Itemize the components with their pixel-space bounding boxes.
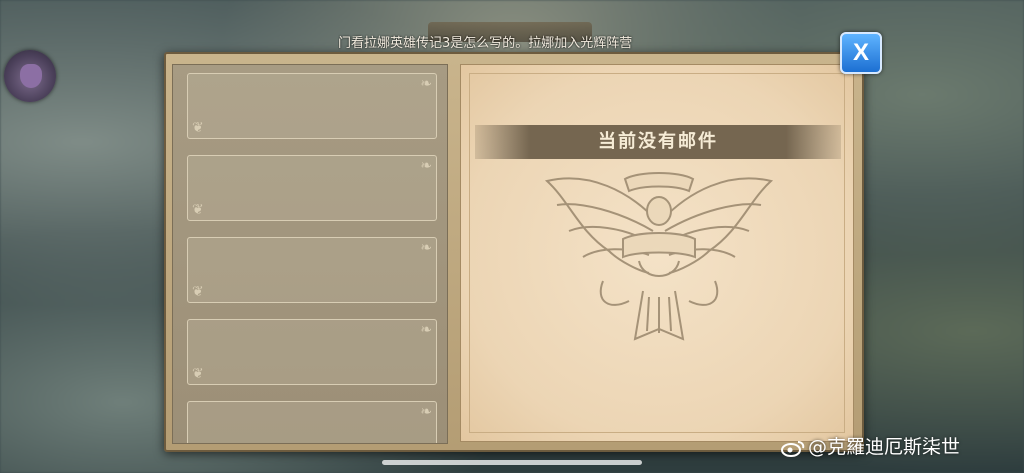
- mail-slot-empty: ❦ ❧: [187, 73, 437, 139]
- ornament-icon: ❧: [420, 322, 432, 338]
- close-button[interactable]: X: [840, 32, 882, 74]
- ornament-icon: ❧: [420, 158, 432, 174]
- mail-slot-empty: ❦ ❧: [187, 237, 437, 303]
- announcement-marquee: 门看拉娜英雄传记3是怎么写的。拉娜加入光辉阵营: [338, 36, 633, 51]
- mail-list-panel: ❦ ❧ ❦ ❧ ❦ ❧ ❦ ❧ ❧: [172, 64, 448, 444]
- ornament-icon: ❧: [420, 240, 432, 256]
- ornament-icon: ❦: [192, 120, 204, 136]
- eagle-crest-emblem: [544, 172, 774, 341]
- weibo-watermark: @克羅迪厄斯柒世: [808, 436, 961, 458]
- empty-mail-banner: 当前没有邮件: [475, 125, 841, 159]
- ornament-icon: ❦: [192, 366, 204, 382]
- weibo-icon: [781, 441, 805, 457]
- player-avatar[interactable]: [4, 50, 56, 102]
- home-indicator-bar[interactable]: [382, 460, 642, 465]
- ornament-icon: ❦: [192, 284, 204, 300]
- mail-detail-panel: 当前没有邮件: [460, 64, 854, 442]
- ornament-icon: ❧: [420, 76, 432, 92]
- ornament-icon: ❦: [192, 202, 204, 218]
- close-icon: X: [852, 39, 869, 66]
- ornament-icon: ❧: [420, 404, 432, 420]
- avatar-icon: [20, 64, 42, 88]
- mail-slot-empty: ❧: [187, 401, 437, 443]
- mail-slot-empty: ❦ ❧: [187, 155, 437, 221]
- mail-slot-empty: ❦ ❧: [187, 319, 437, 385]
